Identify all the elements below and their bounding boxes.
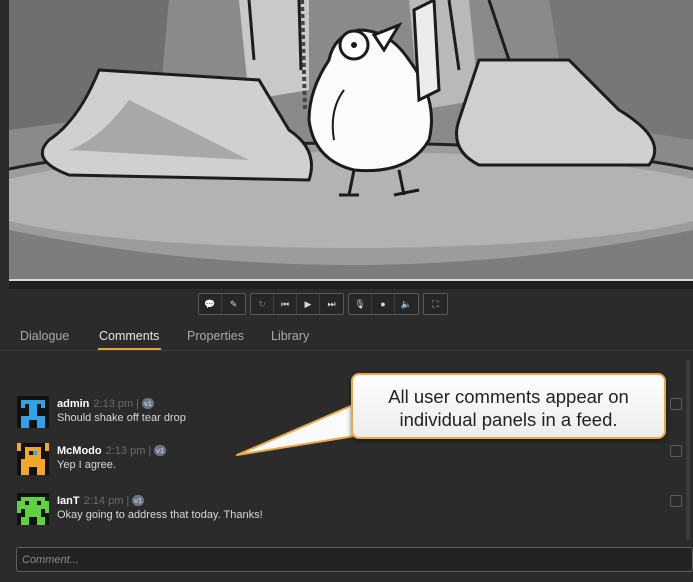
meta-separator: | — [126, 495, 130, 507]
callout-line-1: All user comments appear on — [388, 386, 629, 407]
timeline-progress — [9, 279, 693, 281]
storyboard-panel-image — [9, 0, 693, 279]
view-group: ⛶ — [423, 293, 448, 315]
audio-group: 🎙 ● 🔈 — [348, 293, 419, 315]
comment-text: Yep I agree. — [57, 459, 116, 471]
comment-time: 2:14 pm — [83, 495, 124, 507]
callout-line-2: individual panels in a feed. — [399, 409, 618, 430]
avatar — [17, 493, 49, 525]
volume-icon[interactable]: 🔈 — [395, 294, 418, 314]
record-icon[interactable]: ● — [372, 294, 395, 314]
comment-text: Should shake off tear drop — [57, 412, 186, 424]
comment-author: IanT — [57, 495, 80, 507]
comment-time: 2:13 pm — [105, 445, 146, 457]
meta-separator: | — [148, 445, 152, 457]
comment-author: admin — [57, 398, 90, 410]
pencil-icon[interactable]: ✎ — [222, 294, 245, 314]
comment-item: IanT 2:14 pm | v1 Okay going to address tha… — [17, 493, 682, 529]
callout-box: All user comments appear on individual p… — [351, 373, 666, 439]
playback-group: ↻ ⏮ ▶ ⏭ — [250, 293, 344, 315]
callout-text: All user comments appear on individual p… — [353, 385, 664, 431]
comment-meta: McModo 2:13 pm | v1 — [57, 445, 167, 457]
transport-toolbar: 💬 ✎ ↻ ⏮ ▶ ⏭ 🎙 ● 🔈 ⛶ — [198, 293, 448, 315]
microphone-icon[interactable]: 🎙 — [349, 294, 372, 314]
comment-checkbox[interactable] — [670, 398, 682, 410]
tab-properties[interactable]: Properties — [187, 329, 244, 343]
comment-meta: admin 2:13 pm | v1 — [57, 398, 155, 410]
skip-back-icon[interactable]: ⏮ — [274, 294, 297, 314]
avatar — [17, 396, 49, 428]
loop-icon[interactable]: ↻ — [251, 294, 274, 314]
version-badge: v1 — [132, 495, 145, 506]
comment-checkbox[interactable] — [670, 445, 682, 457]
version-badge: v1 — [154, 445, 167, 456]
play-icon[interactable]: ▶ — [297, 294, 320, 314]
comment-input[interactable] — [16, 547, 693, 572]
fullscreen-icon[interactable]: ⛶ — [424, 294, 447, 314]
tab-comments[interactable]: Comments — [99, 329, 159, 343]
annotate-group: 💬 ✎ — [198, 293, 246, 315]
avatar — [17, 443, 49, 475]
version-badge: v1 — [142, 398, 155, 409]
comment-time: 2:13 pm — [93, 398, 134, 410]
meta-separator: | — [136, 398, 140, 410]
active-tab-indicator — [98, 348, 161, 350]
comment-checkbox[interactable] — [670, 495, 682, 507]
skip-forward-icon[interactable]: ⏭ — [320, 294, 343, 314]
speech-bubble-icon[interactable]: 💬 — [199, 294, 222, 314]
comment-author: McModo — [57, 445, 102, 457]
panel-tabs: Dialogue Comments Properties Library — [0, 320, 693, 351]
feed-scrollbar[interactable] — [686, 360, 690, 540]
tab-library[interactable]: Library — [271, 329, 309, 343]
comment-text: Okay going to address that today. Thanks… — [57, 509, 263, 521]
comment-meta: IanT 2:14 pm | v1 — [57, 495, 145, 507]
tab-dialogue[interactable]: Dialogue — [20, 329, 69, 343]
